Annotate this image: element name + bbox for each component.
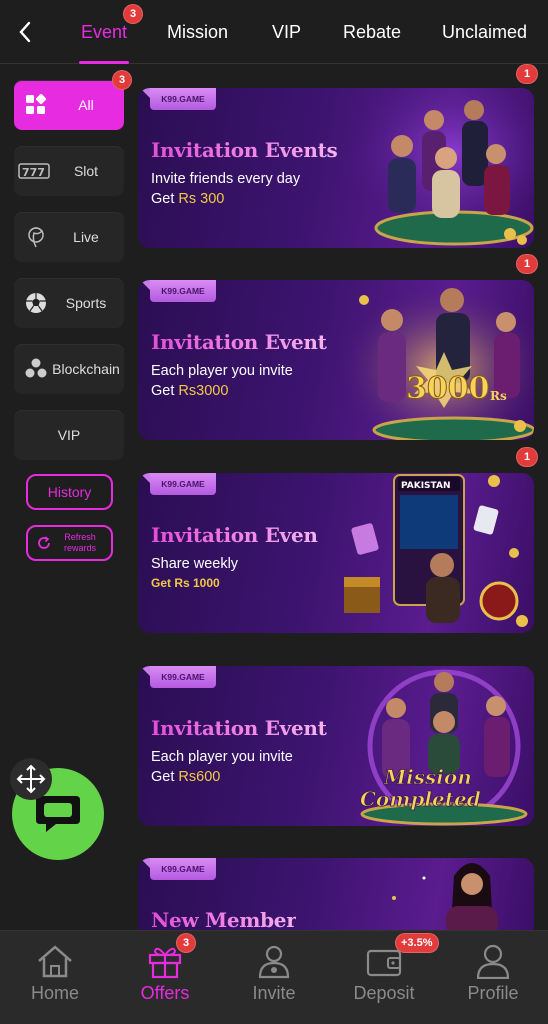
banner-invitation-events[interactable]: K99.GAME Invitation Events Invite friend… (138, 88, 534, 248)
sidebar-item-sports[interactable]: Sports (14, 278, 124, 328)
chat-bubble-icon (36, 796, 80, 832)
banner-title: Invitation Event (151, 330, 327, 354)
mission-art-text: Mission (383, 765, 472, 789)
sidebar-item-blockchain[interactable]: Blockchain (14, 344, 124, 394)
nav-invite-label: Invite (252, 983, 296, 1003)
banner-title: Invitation Event (151, 716, 327, 740)
nav-deposit-badge: +3.5% (395, 933, 439, 953)
banner-invitation-event-3000[interactable]: K99.GAME 3000 Rs Invitation Event Each p… (138, 280, 534, 440)
tab-vip[interactable]: VIP (272, 0, 301, 64)
tab-event-badge: 3 (123, 4, 143, 24)
sidebar-item-live[interactable]: Live (14, 212, 124, 262)
jackpot-3000-illustration: 3000 Rs (334, 280, 534, 440)
sidebar-item-label: Sports (65, 294, 107, 311)
banner-line1: Invite friends every day (151, 171, 301, 187)
banner-line1: Share weekly (151, 556, 239, 572)
move-arrows-icon (16, 764, 46, 794)
banner-line2: Get Rs600 (151, 769, 220, 785)
history-button[interactable]: History (26, 474, 113, 510)
nav-home-label: Home (30, 983, 79, 1003)
brand-tag: K99.GAME (150, 666, 216, 688)
banner-amount: Rs600 (178, 769, 221, 785)
banner-line1: Each player you invite (151, 749, 293, 765)
completed-art-text: Completed (360, 787, 481, 811)
refresh-rewards-label: Refresh rewards (63, 532, 96, 553)
home-icon (38, 945, 72, 978)
sidebar-item-label: All (78, 96, 94, 113)
brand-tag: K99.GAME (150, 858, 216, 880)
nav-deposit[interactable]: +3.5% Deposit (329, 931, 439, 1024)
tab-mission[interactable]: Mission (167, 0, 228, 64)
banner-line1: Each player you invite (151, 363, 293, 379)
invite-icon (258, 945, 290, 979)
banner-amount: Rs 300 (178, 191, 225, 207)
nav-invite[interactable]: Invite (219, 931, 329, 1024)
profile-icon (476, 944, 510, 979)
banner-line2: Get Rs 1000 (151, 576, 220, 590)
refresh-icon (38, 536, 50, 549)
tab-rebate[interactable]: Rebate (343, 0, 401, 64)
tab-event-label: Event (81, 21, 128, 42)
sidebar-all-badge: 3 (112, 70, 132, 90)
slot-777-icon: 777 (18, 163, 50, 179)
nav-profile[interactable]: Profile (438, 931, 548, 1024)
mission-completed-illustration: Mission Completed (360, 669, 528, 826)
tab-unclaimed[interactable]: Unclaimed (442, 0, 527, 64)
banner-title: Invitation Even (151, 523, 318, 547)
brand-tag: K99.GAME (150, 88, 216, 110)
banner-amount: Get Rs 1000 (151, 576, 220, 590)
banner-line2: Get Rs3000 (151, 383, 228, 399)
nav-offers-label: Offers (140, 983, 190, 1003)
sidebar-item-all[interactable]: All 3 (14, 70, 132, 130)
chevron-left-icon (19, 21, 31, 43)
refresh-rewards-button[interactable]: Refresh rewards (26, 525, 113, 561)
nav-offers[interactable]: 3 Offers (110, 931, 220, 1024)
sidebar-item-label: VIP (57, 426, 81, 443)
grid-icon (26, 93, 47, 114)
banner-new-member[interactable]: K99.GAME New Member (138, 858, 534, 930)
sidebar-item-vip[interactable]: VIP (14, 410, 124, 460)
banner-line2-prefix: Get (151, 383, 179, 399)
casino-players-illustration (334, 88, 534, 248)
tab-event[interactable]: Event 3 (78, 0, 143, 64)
svg-text:777: 777 (22, 166, 45, 179)
banner-line2-prefix: Get (151, 191, 179, 207)
bottom-navigation: Home 3 Offers Invite +3.5% Deposit Profi… (0, 930, 548, 1024)
banner-1-badge: 1 (516, 64, 538, 84)
nav-deposit-label: Deposit (353, 983, 415, 1003)
nav-offers-badge: 3 (176, 933, 196, 953)
soccer-ball-icon (26, 293, 46, 313)
drag-handle[interactable] (10, 758, 52, 800)
top-tab-bar: Event 3 Mission VIP Rebate Unclaimed (0, 0, 548, 64)
back-button[interactable] (10, 16, 40, 48)
banner-invitation-event-600[interactable]: K99.GAME Mission Completed Invitation Ev… (138, 666, 534, 826)
sidebar-item-label: Blockchain (52, 360, 120, 377)
sidebar-item-slot[interactable]: 777 Slot (14, 146, 124, 196)
banner-title: Invitation Events (151, 138, 338, 162)
nav-profile-label: Profile (467, 983, 519, 1003)
live-dealer-icon (28, 227, 44, 248)
brand-tag: K99.GAME (150, 280, 216, 302)
banner-invitation-even-weekly[interactable]: K99.GAME PAKISTAN Invitation Even Share … (138, 473, 534, 633)
banner-amount: Rs3000 (178, 383, 229, 399)
sidebar-item-label: Live (73, 228, 99, 245)
slot-machine-sign: PAKISTAN (401, 481, 450, 491)
brand-tag: K99.GAME (150, 473, 216, 495)
banner-3-badge: 1 (516, 447, 538, 467)
banner-line2: Get Rs 300 (151, 191, 224, 207)
banner-title: New Member (151, 908, 297, 930)
new-member-illustration (392, 863, 498, 930)
banner-2-badge: 1 (516, 254, 538, 274)
blockchain-icon (25, 358, 47, 378)
sidebar-item-label: Slot (73, 162, 99, 179)
jackpot-currency-art: Rs (490, 389, 507, 403)
jackpot-amount-art: 3000 (406, 371, 490, 406)
banner-line2-prefix: Get (151, 769, 179, 785)
nav-home[interactable]: Home (0, 931, 110, 1024)
slot-machine-illustration: PAKISTAN (344, 474, 528, 627)
